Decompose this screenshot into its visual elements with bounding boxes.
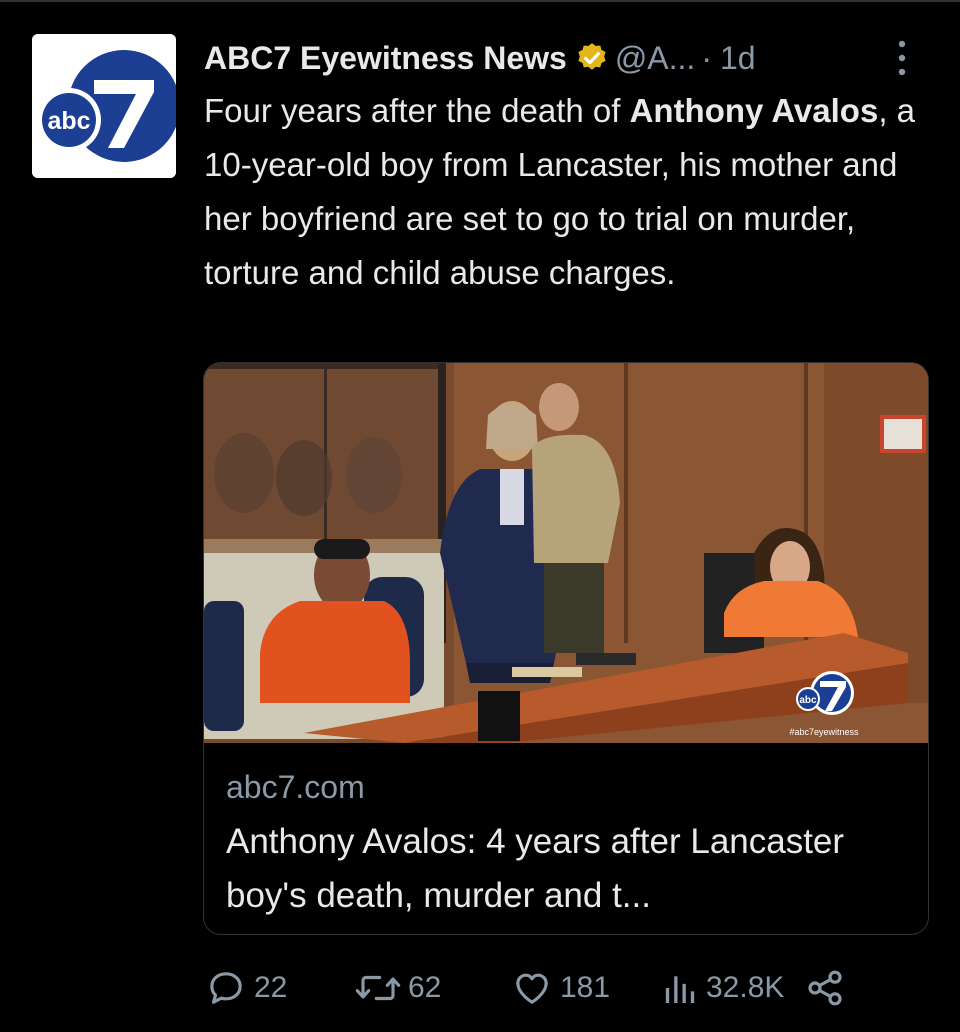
watermark-logo-text: abc: [799, 695, 817, 706]
tweet-header: ABC7 Eyewitness News @A... · 1d: [204, 36, 944, 80]
views-bar-chart-icon: [665, 976, 695, 1003]
tweet-text-part-1: Four years after the death of: [204, 92, 630, 129]
reply-bubble-icon: [210, 972, 242, 1004]
tweet-text-mention: Anthony Avalos: [629, 92, 879, 129]
abc7-logo-icon: abc: [32, 34, 176, 178]
views-button[interactable]: 32.8K: [660, 966, 784, 1010]
heart-icon: [516, 973, 548, 1004]
watermark-hashtag: #abc7eyewitness: [789, 727, 859, 737]
card-domain: abc7.com: [226, 769, 365, 805]
reply-count: 22: [254, 971, 288, 1004]
tweet-text: Four years after the death of Anthony Av…: [204, 84, 924, 300]
link-preview-card[interactable]: abc #abc7eyewitness abc7.com Anthony Ava…: [203, 362, 929, 935]
separator-dot: ·: [701, 39, 712, 76]
more-dots-icon[interactable]: [894, 36, 910, 80]
avatar-logo-text: abc: [47, 107, 90, 135]
top-divider: [0, 0, 960, 2]
share-icon: [808, 970, 842, 1006]
card-title[interactable]: Anthony Avalos: 4 years after Lancaster …: [226, 815, 906, 923]
retweet-count: 62: [408, 971, 442, 1004]
tweet-action-bar: 22 62 181 32.8K: [204, 966, 924, 1010]
abc7-avatar[interactable]: abc: [32, 34, 176, 178]
views-count: 32.8K: [706, 971, 785, 1004]
courtroom-photo: abc #abc7eyewitness: [204, 363, 928, 743]
verified-badge-icon[interactable]: [575, 41, 609, 75]
retweet-icon: [355, 975, 401, 1001]
share-button[interactable]: [804, 966, 846, 1010]
tweet-timestamp[interactable]: 1d: [720, 40, 756, 77]
retweet-button[interactable]: 62: [354, 966, 441, 1010]
reply-button[interactable]: 22: [204, 966, 287, 1010]
like-count: 181: [560, 971, 611, 1004]
author-handle[interactable]: @A...: [615, 40, 696, 77]
author-name[interactable]: ABC7 Eyewitness News: [204, 40, 567, 77]
like-button[interactable]: 181: [510, 966, 610, 1010]
